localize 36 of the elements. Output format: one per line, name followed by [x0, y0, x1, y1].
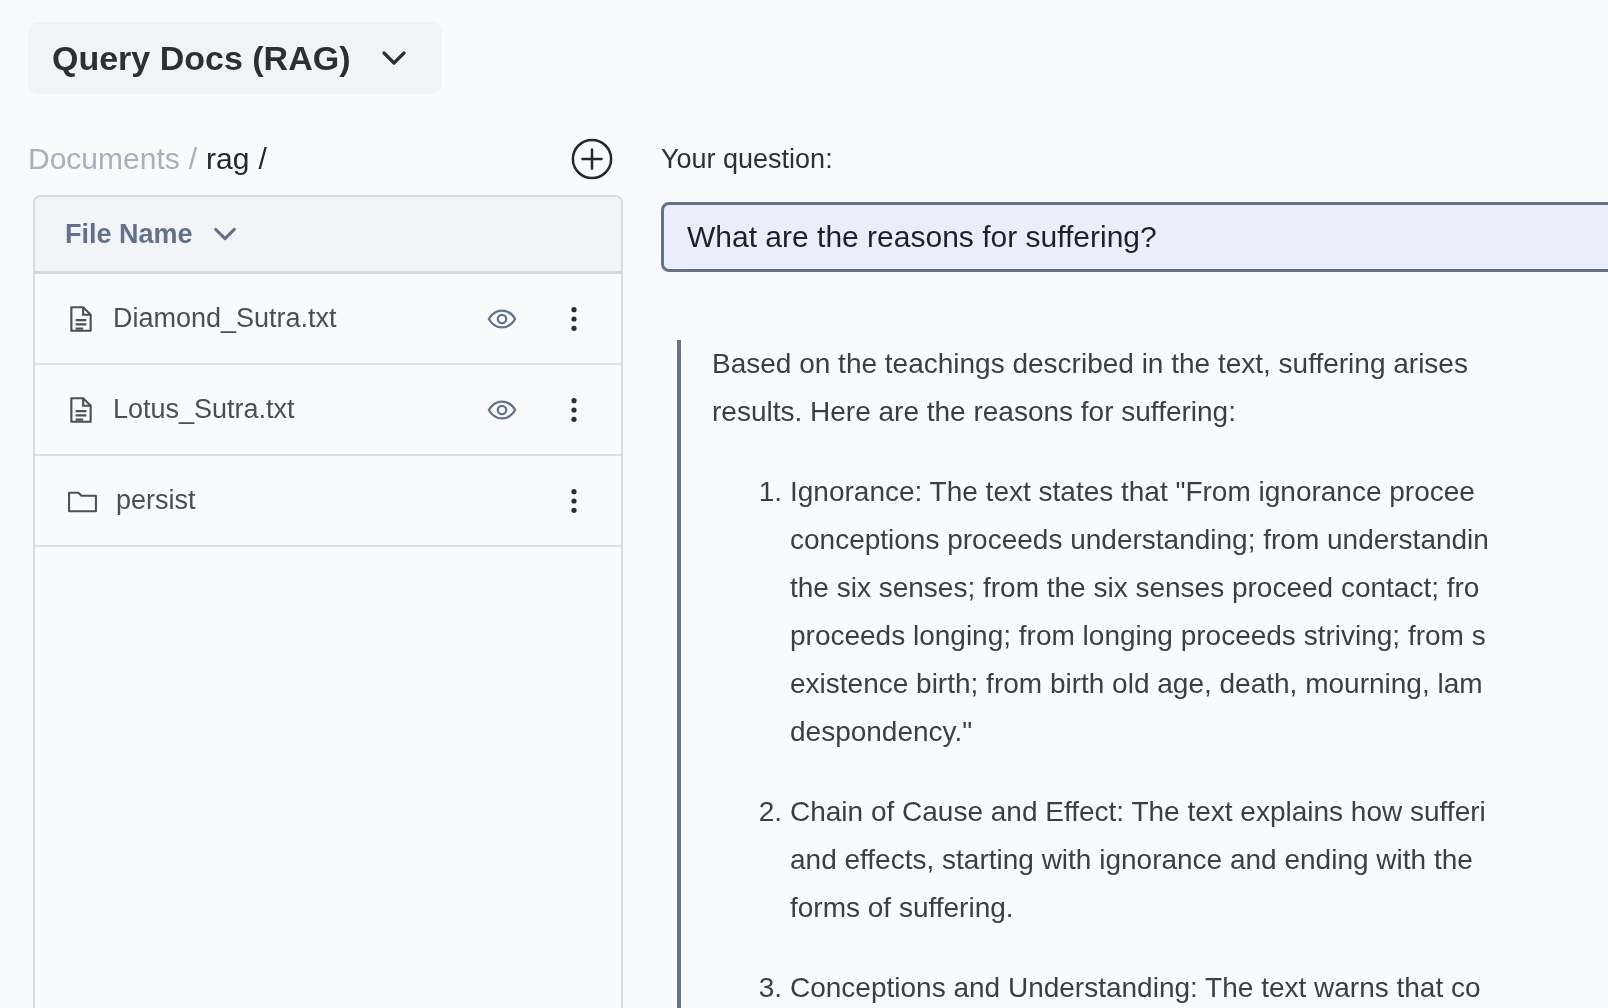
more-icon[interactable] — [570, 305, 578, 332]
file-icon — [67, 303, 95, 334]
question-field[interactable]: What are the reasons for suffering? — [661, 202, 1608, 272]
answer-text: proceeds longing; from longing proceeds striving; from s — [790, 619, 1487, 653]
file-row[interactable]: persist — [35, 456, 621, 547]
column-header[interactable]: File Name — [65, 218, 239, 250]
file-icon — [67, 394, 95, 425]
answer-text: Chain of Cause and Effect: The text explains how sufferi — [790, 795, 1486, 829]
list-number: 1. — [757, 475, 783, 509]
add-icon[interactable] — [571, 138, 613, 180]
breadcrumb-separator: / — [188, 142, 198, 176]
question-label: Your question: — [661, 144, 834, 175]
breadcrumb-separator: / — [258, 142, 267, 176]
file-name: persist — [116, 485, 197, 516]
more-icon[interactable] — [570, 487, 578, 514]
answer-text: and effects, starting with ignorance and ending with the — [790, 843, 1474, 877]
more-icon[interactable] — [570, 396, 578, 423]
eye-icon[interactable] — [487, 398, 517, 421]
list-number: 2. — [757, 795, 783, 829]
answer-text: conceptions proceeds understanding; from understandin — [790, 523, 1489, 557]
answer-text: Conceptions and Understanding: The text warns that co — [790, 971, 1481, 1005]
answer-text: despondency." — [790, 715, 974, 749]
file-name: Diamond_Sutra.txt — [113, 303, 338, 334]
file-name: Lotus_Sutra.txt — [113, 394, 296, 425]
file-row[interactable]: Diamond_Sutra.txt — [35, 274, 621, 365]
mode-dropdown[interactable]: Query Docs (RAG) — [28, 22, 442, 94]
answer-text: Based on the teachings described in the text, suffering arises — [712, 347, 1469, 381]
answer-text: Ignorance: The text states that "From ignorance procee — [790, 475, 1476, 509]
breadcrumb-link[interactable]: rag — [206, 142, 250, 176]
list-number: 3. — [757, 971, 783, 1005]
answer-text: existence birth; from birth old age, death, mourning, lam — [790, 667, 1484, 701]
file-row[interactable]: Lotus_Sutra.txt — [35, 365, 621, 456]
eye-icon[interactable] — [487, 307, 517, 330]
answer-text: forms of suffering. — [790, 891, 1015, 925]
answer-text: results. Here are the reasons for suffering: — [712, 395, 1237, 429]
answer-text: the six senses; from the six senses proceed contact; fro — [790, 571, 1481, 605]
